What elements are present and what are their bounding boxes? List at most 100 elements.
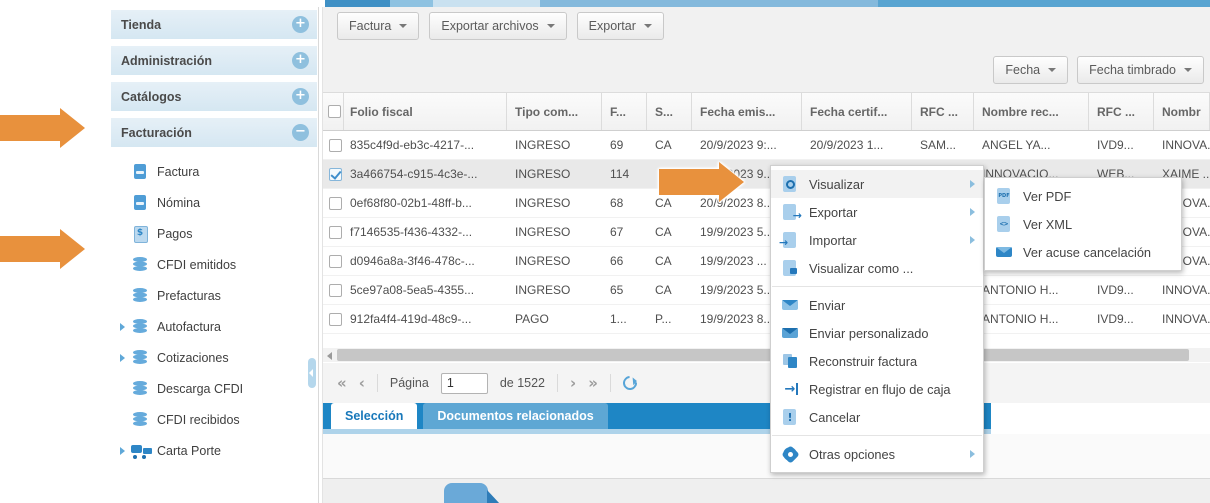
page-input[interactable] [440,372,488,394]
expand-arrow-icon[interactable] [120,353,125,362]
bottom-panel [323,478,1210,503]
sidebar-item-label: CFDI emitidos [157,257,237,272]
sidebar-item[interactable]: Factura [110,156,318,187]
tab[interactable]: Selección [331,403,418,429]
sidebar-item[interactable]: Descarga CFDI [110,373,318,404]
sidebar-section-header[interactable]: Administración [111,46,317,75]
column-header[interactable]: Nombre [1154,93,1201,130]
submenu-item[interactable]: Ver XML [985,210,1181,238]
row-checkbox[interactable] [328,225,342,239]
column-header[interactable]: Folio fiscal [344,93,507,130]
sidebar-collapse-handle[interactable] [308,358,316,388]
expand-arrow-icon[interactable] [120,446,125,455]
sidebar-item[interactable]: Prefacturas [110,280,318,311]
prev-page-button[interactable]: ‹ [359,375,365,391]
context-menu-item[interactable]: Enviar [771,291,983,319]
app-window: Tienda Administración Catálogos Facturac… [0,0,1210,503]
table-row[interactable]: 912fa4f4-419d-48c9-... PAGO 1... P... 19… [323,305,1210,334]
row-checkbox[interactable] [328,254,342,268]
checkbox-cell [323,225,344,239]
scrollbar-thumb[interactable] [337,349,1189,361]
toolbar-dropdown-button[interactable]: Exportar [576,12,664,40]
submenu-item[interactable]: Ver acuse cancelación [985,238,1181,266]
sidebar-item[interactable]: Carta Porte [110,435,318,466]
row-checkbox[interactable] [328,167,342,181]
cell-nombre-receptor: ANTONIO H... [982,312,1059,326]
visualizar-submenu: Ver PDF Ver XML Ver acuse cancelación [984,177,1182,271]
refresh-icon[interactable] [620,373,640,393]
context-menu-item[interactable]: Visualizar como ... [771,254,983,282]
column-header[interactable]: Fecha certif... [802,93,912,130]
sidebar-section-header[interactable]: Tienda [111,10,317,39]
cell-rfc-emisor: IVD9... [1097,312,1134,326]
expand-toggle-icon[interactable] [292,16,309,33]
sidebar-item-icon [131,225,149,243]
cell-rfc-receptor: SAM... [920,138,957,152]
sidebar-item[interactable]: Autofactura [110,311,318,342]
table-row[interactable]: 835c4f9d-eb3c-4217-... INGRESO 69 CA 20/… [323,131,1210,160]
filter-dropdown-button[interactable]: Fecha timbrado [1077,56,1204,84]
tab[interactable]: Documentos relacionados [423,403,608,429]
context-menu-item[interactable] [772,435,982,436]
column-header[interactable]: F... [602,93,647,130]
context-menu-item[interactable]: Cancelar [771,403,983,431]
cell-nombre-emisor: INNOVA... [1162,283,1210,297]
expand-toggle-icon[interactable] [292,88,309,105]
last-page-button[interactable]: » [588,375,598,391]
context-menu-item[interactable]: Importar [771,226,983,254]
column-header[interactable]: Tipo com... [507,93,602,130]
cell-nombre-receptor: ANGEL YA... [982,138,1051,152]
context-menu-item[interactable]: Reconstruir factura [771,347,983,375]
sidebar-section-header[interactable]: Catálogos [111,82,317,111]
context-menu-item[interactable]: Enviar personalizado [771,319,983,347]
sidebar-item[interactable]: Pagos [110,218,318,249]
column-header[interactable]: Fecha emis... [692,93,802,130]
menu-item-icon [781,203,802,221]
cell-folio-fiscal: f7146535-f436-4332-... [350,225,473,239]
expand-toggle-icon[interactable] [292,52,309,69]
sidebar-item[interactable]: Nómina [110,187,318,218]
chevron-down-icon [1048,68,1057,72]
context-menu-item[interactable]: Visualizar [771,170,983,198]
expand-arrow-icon[interactable] [120,322,125,331]
sidebar-item-icon [131,411,149,429]
row-checkbox[interactable] [328,283,342,297]
sidebar-section-header[interactable]: Facturación [111,118,317,147]
column-header[interactable]: RFC ... [1089,93,1154,130]
annotation-arrow-facturacion [0,108,86,148]
scroll-left-icon[interactable] [327,352,332,360]
checkbox-cell [323,138,344,152]
context-menu-item[interactable]: Exportar [771,198,983,226]
row-checkbox[interactable] [328,196,342,210]
column-header[interactable]: Nombre rec... [974,93,1089,130]
column-header[interactable]: S... [647,93,692,130]
cell-rfc-emisor: IVD9... [1097,138,1134,152]
select-all-checkbox[interactable] [328,105,341,118]
submenu-item-label: Ver PDF [1023,188,1072,204]
context-menu-item[interactable]: Otras opciones [771,440,983,468]
expand-toggle-icon[interactable] [292,124,309,141]
next-page-button[interactable]: › [570,375,576,391]
filter-dropdown-button[interactable]: Fecha [993,56,1069,84]
column-header[interactable]: RFC ... [912,93,974,130]
page-label: Página [389,376,429,390]
toolbar-dropdown-button[interactable]: Exportar archivos [429,12,567,40]
toolbar-buttons: Factura Exportar archivos Exportar [337,12,664,40]
table-row[interactable]: 5ce97a08-5ea5-4355... INGRESO 65 CA 19/9… [323,276,1210,305]
cell-folio-fiscal: 5ce97a08-5ea5-4355... [350,283,475,297]
row-checkbox[interactable] [328,138,342,152]
sidebar-item[interactable]: CFDI emitidos [110,249,318,280]
sidebar-item[interactable]: CFDI recibidos [110,404,318,435]
sidebar-item[interactable]: Cotizaciones [110,342,318,373]
row-checkbox[interactable] [328,312,342,326]
cell-tipo-comprobante: INGRESO [515,254,571,268]
divider [609,374,611,392]
toolbar-dropdown-button[interactable]: Factura [337,12,420,40]
first-page-button[interactable]: « [337,375,347,391]
horizontal-scrollbar[interactable] [323,348,1210,362]
context-menu-item[interactable]: Registrar en flujo de caja [771,375,983,403]
menu-item-label: Enviar [809,297,846,313]
context-menu-item[interactable] [772,286,982,287]
menu-item-icon [781,296,799,314]
submenu-item[interactable]: Ver PDF [985,182,1181,210]
